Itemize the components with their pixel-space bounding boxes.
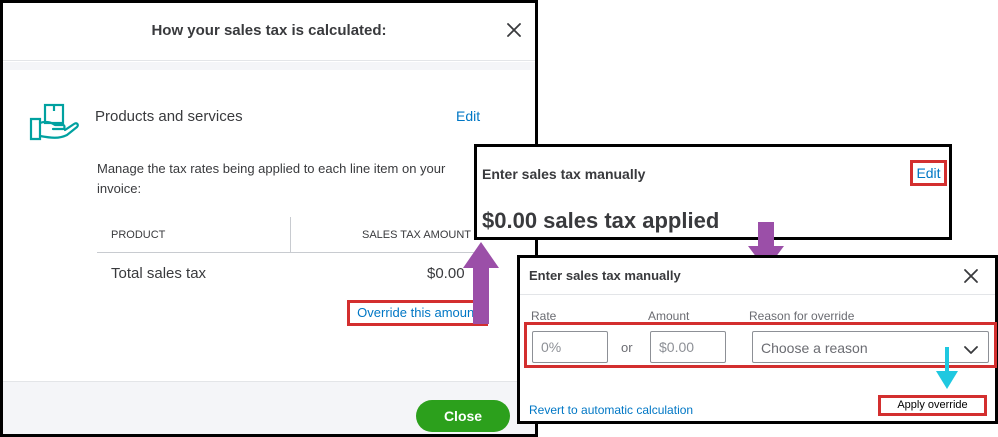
- total-sales-tax-value: $0.00: [427, 265, 465, 282]
- edit-highlight: Edit: [910, 160, 947, 186]
- header-divider: [3, 62, 535, 70]
- manual-panel-title: Enter sales tax manually: [529, 268, 681, 283]
- reason-label: Reason for override: [749, 309, 855, 323]
- apply-override-button[interactable]: Apply override: [878, 395, 987, 416]
- close-button[interactable]: Close: [416, 400, 510, 432]
- or-text: or: [621, 340, 633, 355]
- arrow-down-cyan-icon: [936, 347, 958, 389]
- modal-footer: Close: [3, 381, 535, 434]
- sales-tax-modal: How your sales tax is calculated: Produc…: [0, 0, 538, 437]
- summary-title: Enter sales tax manually: [482, 166, 646, 182]
- amount-label: Amount: [648, 309, 690, 323]
- column-divider: [290, 217, 291, 253]
- override-fields-highlight: or Choose a reason: [524, 322, 997, 368]
- manual-sales-tax-panel: Enter sales tax manually Rate Amount Rea…: [517, 255, 998, 424]
- section-label: Products and services: [95, 108, 243, 125]
- close-icon[interactable]: [962, 267, 980, 285]
- summary-edit-link[interactable]: Edit: [916, 165, 940, 181]
- sales-tax-applied-text: $0.00 sales tax applied: [482, 208, 720, 233]
- reason-select-value: Choose a reason: [761, 340, 868, 356]
- table-header: PRODUCT SALES TAX AMOUNT: [97, 217, 477, 253]
- modal-title: How your sales tax is calculated:: [151, 22, 387, 39]
- revert-automatic-link[interactable]: Revert to automatic calculation: [529, 403, 693, 417]
- product-hand-box-icon: [29, 103, 81, 143]
- amount-input[interactable]: [650, 331, 726, 363]
- rate-input[interactable]: [532, 331, 608, 363]
- sales-tax-summary-panel: Enter sales tax manually Edit $0.00 sale…: [474, 144, 952, 240]
- column-header-product: PRODUCT: [111, 229, 166, 241]
- override-amount-link[interactable]: Override this amount: [357, 305, 478, 320]
- chevron-down-icon: [964, 342, 978, 354]
- close-icon[interactable]: [505, 21, 523, 39]
- panel-divider: [520, 294, 995, 295]
- rate-label: Rate: [531, 309, 557, 323]
- edit-link[interactable]: Edit: [456, 108, 480, 124]
- arrow-up-icon: [463, 242, 499, 324]
- column-header-sales-tax-amount: SALES TAX AMOUNT: [361, 229, 471, 241]
- total-sales-tax-label: Total sales tax: [111, 265, 207, 282]
- section-description: Manage the tax rates being applied to ea…: [97, 161, 446, 196]
- modal-header: How your sales tax is calculated:: [3, 3, 535, 61]
